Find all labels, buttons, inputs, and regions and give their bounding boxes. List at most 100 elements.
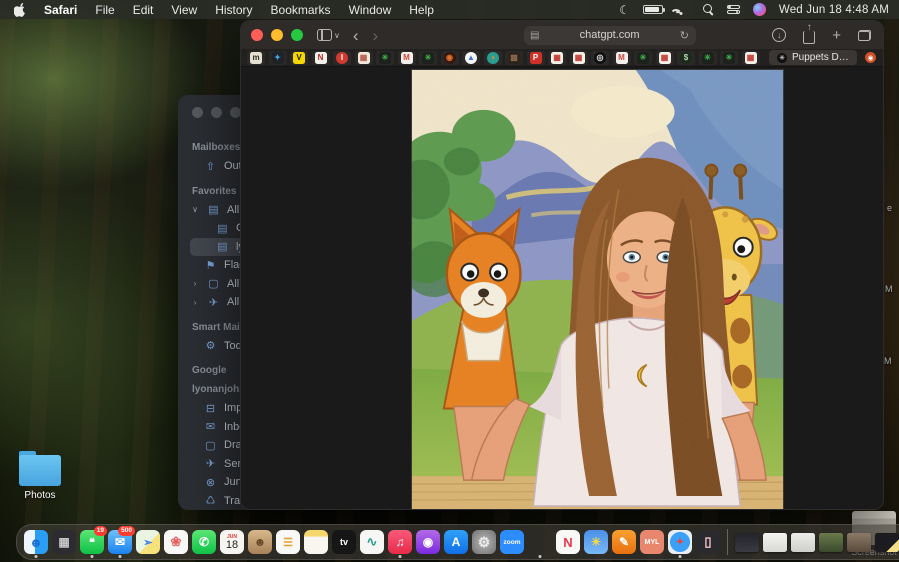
pinned-tab-green-asterisk[interactable]: ✳ [376, 51, 394, 65]
pinned-tab-gmail[interactable]: M [613, 51, 631, 65]
forward-button[interactable]: › [373, 27, 379, 44]
pinned-tab-triangle-a[interactable]: ▲ [462, 51, 480, 65]
dock-item-app-store[interactable]: A [443, 527, 469, 557]
dock-item-reminders[interactable]: ☰ [275, 527, 301, 557]
dock-item-zoom[interactable]: zoom [499, 527, 525, 557]
pinned-tab-recipe-grid[interactable]: ▦ [570, 51, 588, 65]
menu-item-view[interactable]: View [171, 3, 197, 17]
zoom-button[interactable] [291, 29, 303, 41]
spotlight-search-icon[interactable] [703, 4, 714, 15]
downloads-icon[interactable]: ↓ [772, 28, 786, 42]
pinned-tab-pie-chart[interactable]: ◑ [484, 51, 502, 65]
dock-item-weather[interactable]: ☀ [583, 527, 609, 557]
dock-item-maps[interactable]: ➢ [135, 527, 161, 557]
draft-icon: ▢ [207, 277, 220, 290]
sidebar-chevron-icon[interactable]: ∨ [334, 31, 340, 40]
dock-item-photos[interactable]: ❀ [163, 527, 189, 557]
dock-item-mail[interactable]: ✉500 [107, 527, 133, 557]
menu-item-bookmarks[interactable]: Bookmarks [271, 3, 331, 17]
reload-icon[interactable]: ↻ [680, 29, 689, 42]
tab-compact[interactable]: ◉ [864, 50, 877, 65]
apple-menu-icon[interactable] [14, 3, 26, 17]
dock-item-minimized-photo[interactable] [846, 527, 872, 557]
dock-item-minimized-document[interactable] [762, 527, 788, 557]
disclosure-chevron-icon[interactable]: ∨ [190, 205, 200, 214]
siri-icon[interactable] [753, 3, 766, 16]
dock-item-launchpad[interactable]: ▦ [51, 527, 77, 557]
dock-item-minimized-photo-forest[interactable] [818, 527, 844, 557]
dock-item-contacts[interactable]: ☻ [247, 527, 273, 557]
menu-item-history[interactable]: History [215, 3, 252, 17]
disclosure-chevron-icon[interactable]: › [190, 279, 200, 288]
disclosure-chevron-icon[interactable]: › [190, 298, 200, 307]
dock-item-music[interactable]: ♫ [387, 527, 413, 557]
dock-item-facetime[interactable]: ✆ [191, 527, 217, 557]
dock-item-myl-app[interactable]: MYL [639, 527, 665, 557]
focus-moon-icon[interactable]: ☾ [619, 4, 630, 16]
puppet-portrait-image[interactable] [411, 69, 784, 510]
pinned-tab-news-n[interactable]: N [312, 51, 330, 65]
dock-item-drawing-app[interactable]: ✎ [611, 527, 637, 557]
pie-chart-icon: ◑ [487, 52, 499, 64]
dock-item-safari[interactable]: ✦ [667, 527, 693, 557]
dock-item-notes[interactable] [303, 527, 329, 557]
dock-item-freeform[interactable]: ∿ [359, 527, 385, 557]
launchpad-icon: ▦ [52, 530, 76, 554]
pinned-tab-dollar[interactable]: $ [677, 51, 695, 65]
pinned-tab-dark-photo[interactable]: ▩ [505, 51, 523, 65]
wifi-icon[interactable] [676, 5, 690, 15]
pinned-tab-green-asterisk[interactable]: ✳ [419, 51, 437, 65]
app-store-icon: A [444, 530, 468, 554]
tab-overview-icon[interactable] [858, 30, 871, 41]
dock-item-finder[interactable]: ☻ [23, 527, 49, 557]
notification-badge: 500 [118, 526, 135, 536]
pinned-tab-v-site[interactable]: V [290, 51, 308, 65]
dock-item-iphone-mirroring[interactable]: ▯ [695, 527, 721, 557]
control-center-icon[interactable] [727, 5, 740, 14]
pinned-tab-donut[interactable]: ◉ [441, 51, 459, 65]
sidebar-toggle-icon[interactable] [317, 29, 332, 41]
pinned-tab-photo-grid[interactable]: ▦ [355, 51, 373, 65]
menu-item-window[interactable]: Window [349, 3, 392, 17]
news-icon: N [556, 530, 580, 554]
pinned-tab-green-asterisk[interactable]: ✳ [720, 51, 738, 65]
dock-item-calendar[interactable]: JUN18 [219, 527, 245, 557]
pinned-tab-recipe-grid[interactable]: ▦ [656, 51, 674, 65]
dock-item-apple-tv[interactable]: tv [331, 527, 357, 557]
menu-item-file[interactable]: File [95, 3, 114, 17]
pinned-tab-p-badge[interactable]: P [527, 51, 545, 65]
menu-item-safari[interactable]: Safari [44, 3, 77, 17]
pinned-tab-recipe-grid[interactable]: ▦ [742, 51, 760, 65]
dock-item-system-settings[interactable]: ⚙ [471, 527, 497, 557]
close-button[interactable] [251, 29, 263, 41]
dock-item-minimized-document[interactable] [790, 527, 816, 557]
dock-item-minimized-window-notes[interactable] [874, 527, 899, 557]
folder-icon [19, 455, 61, 486]
pinned-tab-recipe-grid[interactable]: ▦ [548, 51, 566, 65]
new-tab-icon[interactable]: + [832, 27, 841, 44]
dock-item-news[interactable]: N [555, 527, 581, 557]
pinned-tab-camera-target[interactable]: ◎ [591, 51, 609, 65]
minimize-button[interactable] [271, 29, 283, 41]
dock-item-podcasts[interactable]: ◉ [415, 527, 441, 557]
pinned-tab-medium[interactable]: m [247, 51, 265, 65]
desktop-folder-photos[interactable]: Photos [14, 455, 66, 501]
tab-puppets[interactable]: ✳ Puppets D… [769, 50, 857, 65]
menu-item-edit[interactable]: Edit [133, 3, 154, 17]
menu-item-help[interactable]: Help [409, 3, 434, 17]
battery-icon[interactable] [643, 5, 663, 14]
page-settings-icon[interactable]: ▤ [530, 30, 539, 41]
dock-item-messages[interactable]: ❝19 [79, 527, 105, 557]
pinned-tab-twitter[interactable]: ✦ [269, 51, 287, 65]
dock-item-preview-image[interactable] [527, 527, 553, 557]
share-icon[interactable] [803, 31, 815, 44]
pinned-tab-green-asterisk[interactable]: ✳ [634, 51, 652, 65]
pinned-tab-green-asterisk[interactable]: ✳ [699, 51, 717, 65]
back-button[interactable]: ‹ [353, 27, 359, 44]
pinned-tab-gmail[interactable]: M [398, 51, 416, 65]
dock-item-minimized-window-dark[interactable] [734, 527, 760, 557]
pinned-tab-instapaper[interactable]: I [333, 51, 351, 65]
menu-bar-clock[interactable]: Wed Jun 18 4:48 AM [779, 4, 889, 16]
green-asterisk-icon: ✳ [702, 52, 714, 64]
address-bar[interactable]: ▤ chatgpt.com ↻ [524, 26, 696, 45]
